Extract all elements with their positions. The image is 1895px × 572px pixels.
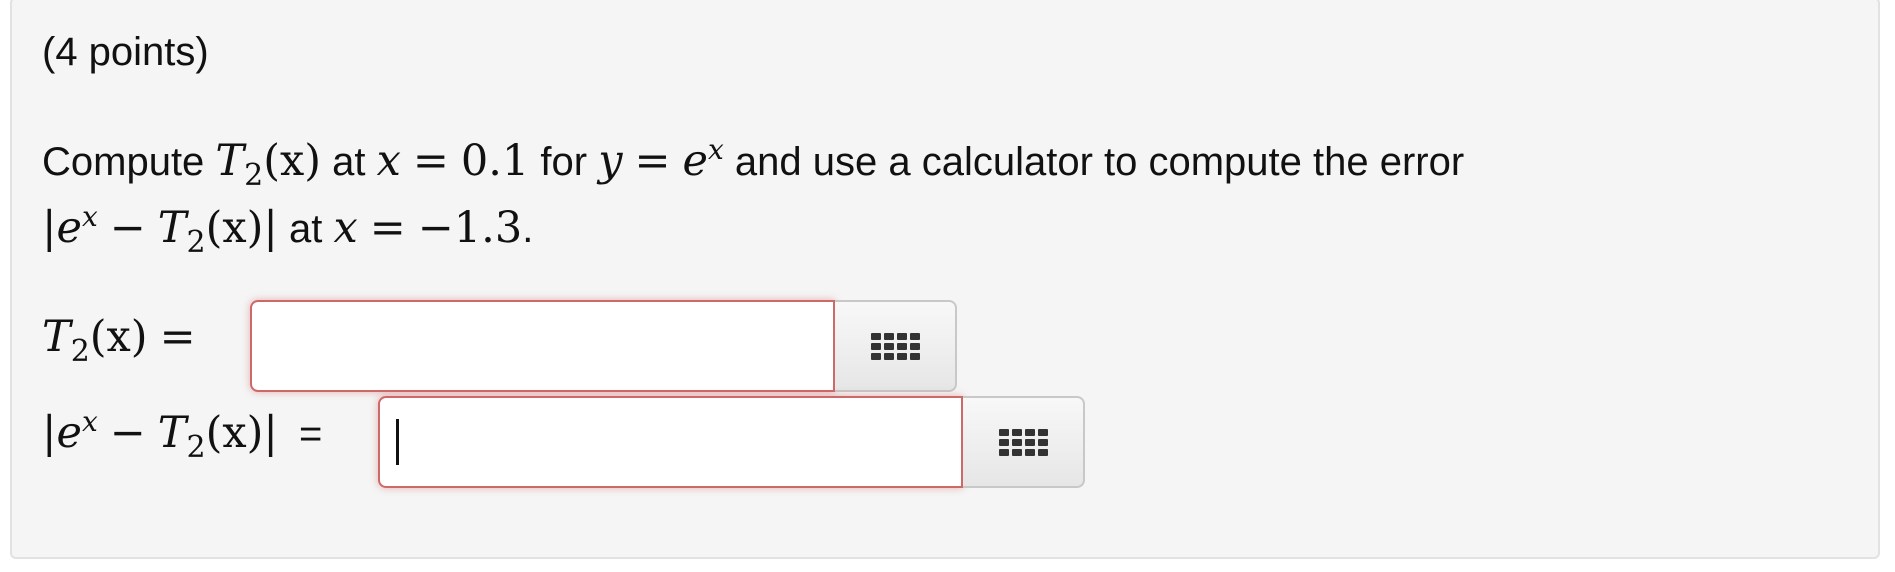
- error-answer-label: |ex − T2(x)| =: [42, 405, 323, 465]
- t2-answer-input[interactable]: [250, 300, 835, 392]
- keypad-grid-icon: [998, 428, 1048, 456]
- math-t2-expression: T2(x): [215, 136, 322, 193]
- error-answer-field: [378, 396, 1085, 488]
- math-y-equals-exp: y = ex: [598, 133, 724, 186]
- t2-answer-label: T2(x) =: [42, 312, 196, 369]
- math-error-expression: |ex − T2(x)|: [42, 200, 278, 260]
- t2-answer-field: [250, 300, 957, 392]
- math-x-equals-value: x = −1.3: [333, 203, 523, 253]
- question-line-1: Compute T2(x) at x = 0.1 for y = ex and use …: [42, 133, 1465, 193]
- points-label: (4 points): [42, 30, 209, 74]
- keypad-grid-icon: [870, 332, 920, 360]
- error-keypad-button[interactable]: [963, 396, 1085, 488]
- error-answer-input[interactable]: [378, 396, 963, 488]
- math-x-equals-value: x = 0.1: [376, 136, 530, 186]
- question-text: Compute T2(x) at x = 0.1 for y = ex and use …: [42, 130, 1464, 264]
- t2-keypad-button[interactable]: [835, 300, 957, 392]
- question-line-2: |ex − T2(x)| at x = −1.3.: [42, 200, 534, 260]
- text-caret: [396, 419, 399, 465]
